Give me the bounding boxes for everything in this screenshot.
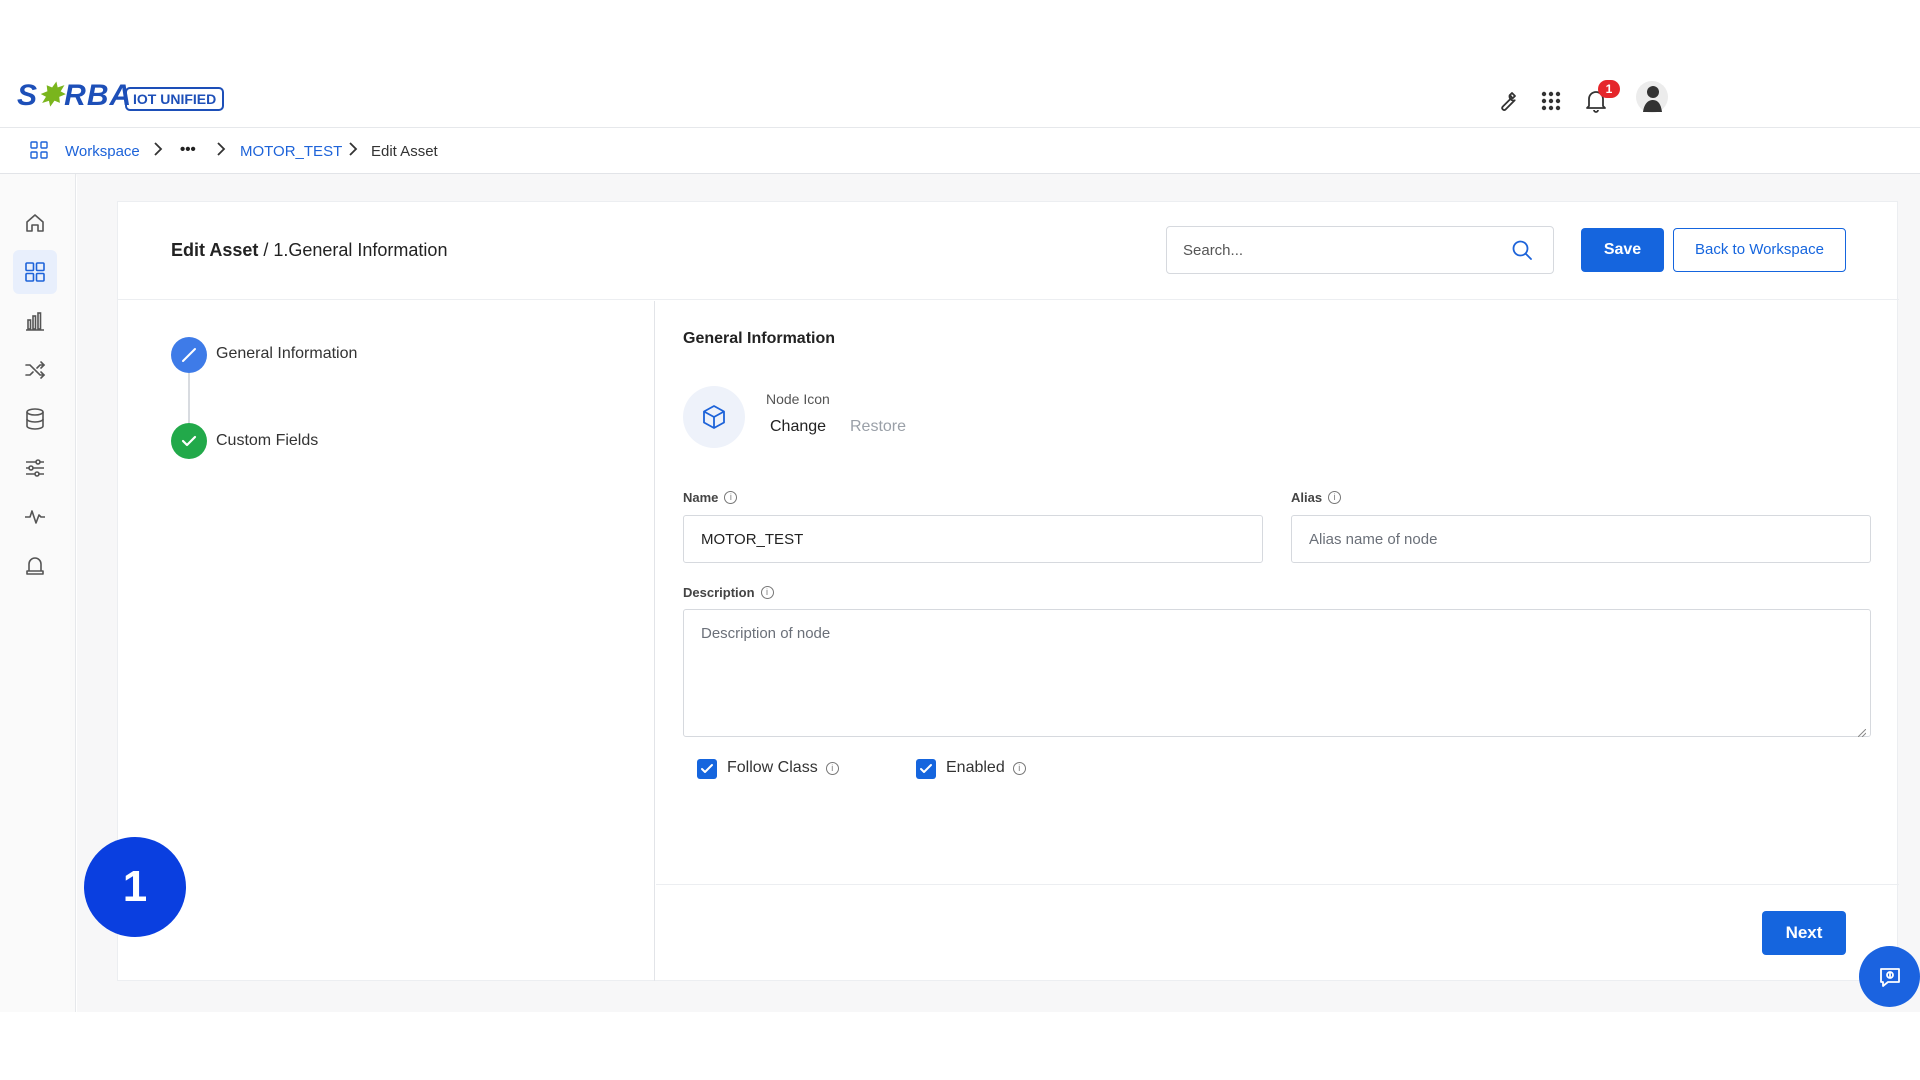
follow-class-label[interactable]: Follow Class i (727, 759, 839, 777)
step-general-information[interactable]: General Information (216, 345, 357, 363)
breadcrumb: Workspace ••• MOTOR_TEST Edit Asset (0, 129, 1920, 174)
chevron-right-icon (348, 141, 360, 159)
breadcrumb-ellipsis[interactable]: ••• (180, 141, 196, 158)
search-icon[interactable] (1511, 239, 1533, 266)
logo[interactable]: S✸RBA (17, 78, 132, 113)
apps-grid-icon[interactable] (1536, 86, 1566, 116)
node-icon-preview[interactable] (683, 386, 745, 448)
breadcrumb-motor-test[interactable]: MOTOR_TEST (240, 143, 342, 160)
card-header: Edit Asset / 1.General Information Searc… (118, 202, 1899, 300)
chevron-right-icon (216, 141, 228, 159)
pulse-icon[interactable] (13, 495, 57, 539)
step-custom-fields[interactable]: Custom Fields (216, 432, 318, 450)
page-title: Edit Asset / 1.General Information (171, 240, 448, 260)
restore-icon-button[interactable]: Restore (850, 418, 906, 436)
notification-badge: 1 (1598, 80, 1620, 98)
form-footer-divider (656, 884, 1899, 885)
alias-label: Alias i (1291, 490, 1342, 505)
enabled-label[interactable]: Enabled i (946, 759, 1026, 777)
general-information-form: General Information Node Icon Change Res… (656, 301, 1899, 981)
app-window: S✸RBA IOT UNIFIED 1 Workspace ••• MOTOR_… (0, 0, 1920, 1080)
shuffle-icon[interactable] (13, 348, 57, 392)
info-icon[interactable]: i (724, 491, 738, 504)
resize-handle-icon[interactable] (1857, 724, 1867, 738)
logo-badge: IOT UNIFIED (125, 87, 225, 111)
change-icon-button[interactable]: Change (770, 418, 826, 436)
bar-chart-icon[interactable] (13, 299, 57, 343)
search-placeholder: Search... (1183, 242, 1244, 259)
next-button[interactable]: Next (1762, 911, 1846, 955)
chat-support-button[interactable] (1859, 946, 1920, 1007)
workspace-grid-icon[interactable] (13, 250, 57, 294)
name-label: Name i (683, 490, 738, 505)
sidebar (0, 174, 76, 1012)
sliders-icon[interactable] (13, 446, 57, 490)
follow-class-checkbox[interactable] (697, 759, 717, 779)
description-field[interactable]: Description of node (683, 609, 1871, 738)
stepper-panel: General Information Custom Fields (118, 301, 655, 981)
info-icon[interactable]: i (1328, 491, 1342, 504)
search-input[interactable]: Search... (1166, 226, 1554, 274)
enabled-checkbox[interactable] (916, 759, 936, 779)
info-icon[interactable]: i (1012, 761, 1026, 775)
top-header: S✸RBA IOT UNIFIED 1 (0, 56, 1920, 128)
step-connector (188, 373, 190, 423)
description-label: Description i (683, 585, 774, 600)
breadcrumb-current: Edit Asset (371, 143, 438, 160)
name-field[interactable]: MOTOR_TEST (683, 515, 1263, 563)
edit-asset-card: Edit Asset / 1.General Information Searc… (117, 201, 1899, 981)
info-icon[interactable]: i (825, 761, 839, 775)
step-number-marker: 1 (84, 837, 186, 937)
breadcrumb-workspace[interactable]: Workspace (65, 143, 140, 160)
info-icon[interactable]: i (760, 586, 774, 599)
step-done-check-icon[interactable] (171, 423, 207, 459)
step-editing-icon[interactable] (171, 337, 207, 373)
workspace-grid-icon[interactable] (30, 141, 48, 164)
database-icon[interactable] (13, 397, 57, 441)
home-icon[interactable] (13, 201, 57, 245)
chevron-right-icon (153, 141, 165, 159)
save-button[interactable]: Save (1581, 228, 1664, 272)
avatar[interactable] (1636, 80, 1668, 114)
section-title: General Information (683, 330, 836, 347)
alarm-bell-icon[interactable] (13, 544, 57, 588)
node-icon-label: Node Icon (766, 391, 830, 407)
back-to-workspace-button[interactable]: Back to Workspace (1673, 228, 1846, 272)
wrench-icon[interactable] (1492, 86, 1522, 116)
alias-field[interactable]: Alias name of node (1291, 515, 1871, 563)
